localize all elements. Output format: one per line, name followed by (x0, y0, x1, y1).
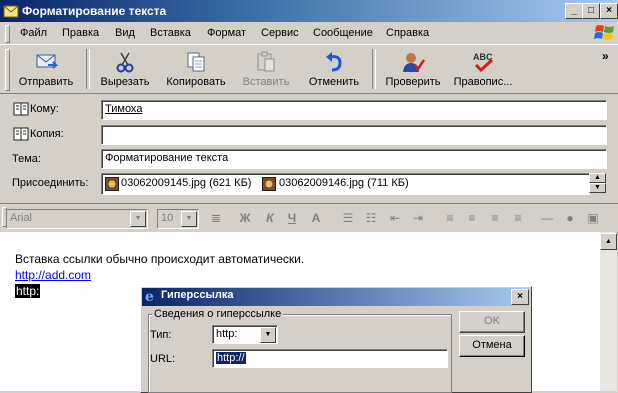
minimize-button[interactable]: _ (565, 3, 583, 19)
menu-format[interactable]: Формат (207, 27, 246, 39)
menu-view[interactable]: Вид (115, 27, 135, 39)
type-label: Тип: (150, 329, 172, 341)
chevron-down-icon: ▼ (181, 211, 197, 227)
undo-icon (326, 52, 342, 72)
subject-label: Тема: (12, 153, 41, 165)
body-selected-text[interactable]: http: (15, 284, 41, 298)
insert-hyperlink-icon[interactable]: ● (562, 211, 578, 225)
align-left-icon[interactable]: ≡ (442, 211, 458, 225)
window-title: Форматирование текста (22, 4, 167, 18)
attachment-item[interactable]: 03062009146.jpg (711 КБ) (279, 177, 409, 189)
attach-scroll-up-button[interactable]: ▲ (589, 173, 606, 183)
send-label: Отправить (18, 76, 74, 88)
image-file-icon (105, 177, 119, 191)
group-label: Сведения о гиперссылке (152, 308, 284, 320)
cut-label: Вырезать (100, 76, 150, 88)
paste-button[interactable]: Вставить (236, 48, 296, 92)
vertical-scrollbar[interactable] (600, 232, 617, 391)
check-names-button[interactable]: Проверить (380, 48, 446, 92)
toolbar-separator (372, 49, 376, 89)
italic-icon[interactable]: К (262, 211, 278, 225)
close-button[interactable]: × (600, 3, 618, 19)
insert-picture-icon[interactable]: ▣ (585, 211, 601, 225)
address-book-icon (13, 127, 29, 141)
decrease-indent-icon[interactable]: ⇤ (387, 211, 403, 225)
cut-button[interactable]: Вырезать (94, 48, 156, 92)
underline-icon[interactable]: Ч (284, 211, 300, 225)
url-input[interactable]: http:// (212, 349, 448, 368)
menu-message[interactable]: Сообщение (313, 27, 373, 39)
attach-label: Присоединить: (12, 177, 89, 189)
undo-button[interactable]: Отменить (302, 48, 366, 92)
dialog-title: Гиперссылка (161, 289, 234, 301)
body-link[interactable]: http://add.com (15, 268, 91, 282)
to-recipient[interactable]: Тимоха (105, 103, 142, 115)
align-center-icon[interactable]: ≡ (464, 211, 480, 225)
horizontal-line-icon[interactable]: — (539, 211, 555, 225)
font-select-value: Arial (10, 212, 33, 224)
url-input-value[interactable]: http:// (216, 352, 246, 364)
chevron-down-icon: ▼ (130, 211, 146, 227)
maximize-button[interactable]: □ (582, 3, 600, 19)
increase-indent-icon[interactable]: ⇥ (410, 211, 426, 225)
menu-insert[interactable]: Вставка (150, 27, 191, 39)
menu-file[interactable]: Файл (20, 27, 47, 39)
type-select[interactable]: http: ▼ (212, 325, 278, 344)
send-button[interactable]: Отправить (12, 48, 80, 92)
font-size-value: 10 (161, 212, 174, 224)
attach-field[interactable]: 03062009145.jpg (621 КБ) 03062009146.jpg… (101, 173, 590, 195)
spelling-label: Правопис... (453, 76, 513, 88)
ie-icon: e (145, 289, 154, 303)
url-label: URL: (150, 353, 176, 365)
scissors-icon (116, 52, 134, 73)
paste-label: Вставить (242, 76, 290, 88)
justify-icon[interactable]: ≡ (510, 211, 526, 225)
cc-label[interactable]: Копия: (30, 128, 64, 140)
dialog-close-button[interactable]: × (511, 289, 529, 305)
spelling-button[interactable]: ABC Правопис... (448, 48, 518, 92)
send-icon (36, 54, 58, 69)
cancel-button[interactable]: Отмена (459, 335, 525, 357)
menu-help[interactable]: Справка (386, 27, 429, 39)
type-select-value: http: (216, 328, 238, 340)
numbered-list-icon[interactable]: ☰ (340, 211, 356, 225)
toolbar-separator (86, 49, 90, 89)
menu-edit[interactable]: Правка (62, 27, 99, 39)
bold-icon[interactable]: Ж (237, 211, 253, 225)
ok-button[interactable]: OK (459, 311, 525, 333)
spelling-icon: ABC (473, 52, 494, 73)
paragraph-style-icon[interactable]: ≣ (208, 211, 224, 225)
attach-scroll-down-button[interactable]: ▼ (589, 183, 606, 193)
scroll-up-button[interactable]: ▲ (600, 233, 617, 250)
menu-grip[interactable] (5, 25, 10, 43)
envelope-icon (3, 5, 19, 18)
svg-text:e: e (145, 289, 154, 303)
to-label[interactable]: Кому: (30, 103, 59, 115)
body-text-line: Вставка ссылки обычно происходит автомат… (15, 252, 305, 266)
menu-tools[interactable]: Сервис (261, 27, 299, 39)
toolbar-grip[interactable] (5, 49, 10, 91)
subject-field[interactable]: Форматирование текста (101, 149, 607, 169)
copy-icon (187, 52, 205, 72)
subject-value: Форматирование текста (105, 152, 229, 164)
attachment-item[interactable]: 03062009145.jpg (621 КБ) (121, 177, 251, 189)
to-field[interactable]: Тимоха (101, 100, 607, 120)
check-names-icon (403, 53, 425, 72)
address-book-icon (13, 102, 29, 116)
toolbar-overflow-button[interactable]: » (602, 49, 609, 63)
font-select[interactable]: Arial ▼ (6, 209, 148, 229)
undo-label: Отменить (308, 76, 360, 88)
copy-label: Копировать (166, 76, 226, 88)
bullet-list-icon[interactable]: ☷ (363, 211, 379, 225)
image-file-icon (262, 177, 276, 191)
cc-field[interactable] (101, 125, 607, 145)
paste-icon (257, 51, 275, 72)
font-size-select[interactable]: 10 ▼ (157, 209, 199, 229)
align-right-icon[interactable]: ≡ (487, 211, 503, 225)
chevron-down-icon: ▼ (260, 327, 276, 343)
check-names-label: Проверить (385, 76, 441, 88)
windows-logo-icon (594, 25, 614, 40)
font-color-icon[interactable]: A (308, 211, 324, 225)
copy-button[interactable]: Копировать (160, 48, 232, 92)
